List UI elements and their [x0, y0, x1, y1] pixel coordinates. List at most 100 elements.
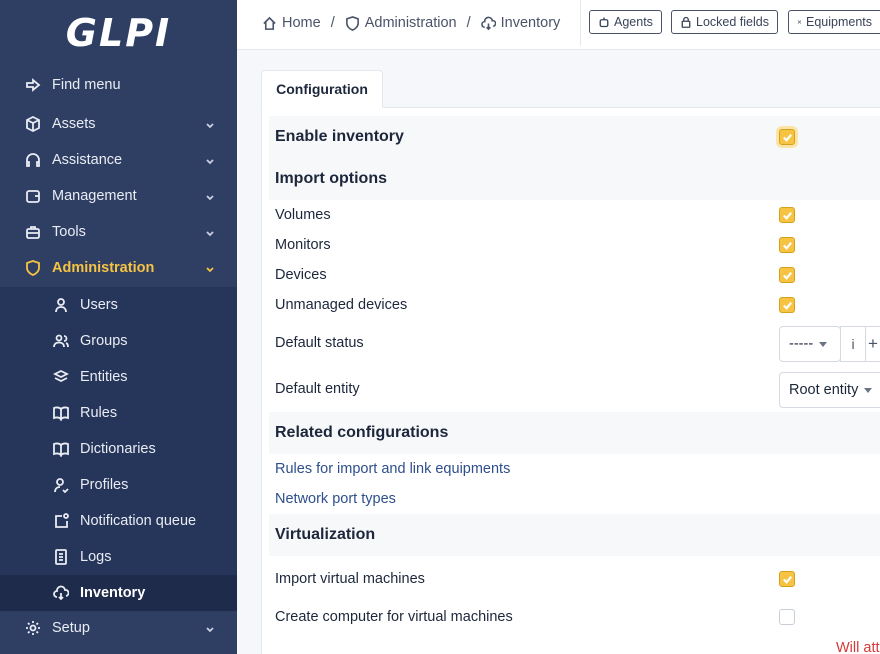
book-icon	[52, 404, 70, 422]
default-entity-value: Root entity	[789, 382, 859, 398]
default-entity-label: Default entity	[275, 381, 360, 397]
sidebar-item-find-menu[interactable]: Find menu	[0, 67, 237, 103]
breadcrumb-label: Administration	[364, 15, 457, 31]
book-icon	[52, 440, 70, 458]
breadcrumb-home[interactable]: Home	[262, 15, 321, 31]
volumes-label: Volumes	[275, 207, 331, 223]
header-divider	[580, 0, 581, 46]
check-icon	[782, 133, 792, 142]
wallet-icon	[24, 187, 42, 205]
enable-inventory-checkbox[interactable]	[779, 129, 795, 145]
import-options-title: Import options	[275, 170, 387, 187]
sidebar-item-rules[interactable]: Rules	[0, 395, 237, 431]
check-icon	[782, 575, 792, 584]
administration-submenu: Users Groups Entities Rules Dictionaries…	[0, 287, 237, 611]
network-port-types-link[interactable]: Network port types	[275, 491, 396, 507]
glpi-logo[interactable]: GLPI	[0, 0, 237, 66]
sidebar-item-label: Find menu	[52, 77, 121, 93]
check-icon	[782, 271, 792, 280]
default-entity-select[interactable]: Root entity	[779, 372, 880, 408]
default-status-label: Default status	[275, 335, 364, 351]
sidebar-item-logs[interactable]: Logs	[0, 539, 237, 575]
devices-checkbox[interactable]	[779, 267, 795, 283]
sidebar-item-dictionaries[interactable]: Dictionaries	[0, 431, 237, 467]
chevron-down-icon	[205, 155, 215, 165]
breadcrumb: Home / Administration / Inventory	[262, 0, 560, 46]
sidebar: GLPI Find menu Assets Assistance Managem…	[0, 0, 237, 654]
top-header: Home / Administration / Inventory Agents…	[237, 0, 880, 50]
sidebar-item-notification-queue[interactable]: Notification queue	[0, 503, 237, 539]
breadcrumb-administration[interactable]: Administration	[345, 15, 457, 31]
sidebar-item-tools[interactable]: Tools	[0, 214, 237, 250]
volumes-checkbox[interactable]	[779, 207, 795, 223]
users-icon	[52, 332, 70, 350]
default-status-value: -----	[789, 336, 814, 352]
agents-button[interactable]: Agents	[589, 10, 662, 34]
import-options-header: Import options	[269, 158, 880, 200]
sidebar-item-label: Setup	[52, 620, 90, 636]
info-icon: i	[851, 336, 855, 352]
equipments-button[interactable]: Equipments	[788, 10, 880, 34]
sidebar-item-label: Administration	[52, 260, 155, 276]
monitors-checkbox[interactable]	[779, 237, 795, 253]
breadcrumb-label: Inventory	[500, 15, 561, 31]
add-status-button[interactable]: +	[865, 326, 880, 362]
shield-icon	[24, 259, 42, 277]
sidebar-item-profiles[interactable]: Profiles	[0, 467, 237, 503]
robot-icon	[599, 17, 609, 28]
rules-import-link[interactable]: Rules for import and link equipments	[275, 461, 510, 477]
sidebar-item-label: Management	[52, 188, 137, 204]
cloud-download-icon	[480, 16, 496, 30]
log-icon	[52, 548, 70, 566]
sidebar-item-label: Notification queue	[80, 513, 197, 529]
create-computer-vm-checkbox[interactable]	[779, 609, 795, 625]
chevron-down-icon	[205, 119, 215, 129]
import-vm-checkbox[interactable]	[779, 571, 795, 587]
sidebar-item-label: Rules	[80, 405, 118, 421]
close-icon	[797, 20, 802, 24]
sidebar-item-label: Profiles	[80, 477, 129, 493]
shield-icon	[345, 15, 359, 31]
sidebar-item-setup[interactable]: Setup	[0, 610, 237, 646]
sidebar-item-users[interactable]: Users	[0, 287, 237, 323]
check-icon	[782, 241, 792, 250]
breadcrumb-separator: /	[466, 15, 471, 31]
default-status-select[interactable]: -----	[779, 326, 841, 362]
related-configurations-header: Related configurations	[269, 412, 880, 454]
sidebar-item-label: Tools	[52, 224, 86, 240]
unmanaged-devices-checkbox[interactable]	[779, 297, 795, 313]
sidebar-item-entities[interactable]: Entities	[0, 359, 237, 395]
stack-icon	[52, 368, 70, 386]
unmanaged-devices-label: Unmanaged devices	[275, 297, 408, 313]
sidebar-item-label: Assistance	[52, 152, 123, 168]
headset-icon	[24, 151, 42, 169]
sidebar-item-groups[interactable]: Groups	[0, 323, 237, 359]
plus-icon: +	[868, 334, 878, 353]
enable-inventory-label: Enable inventory	[275, 128, 404, 145]
user-icon	[52, 296, 70, 314]
breadcrumb-inventory[interactable]: Inventory	[480, 15, 561, 31]
equipments-button-label: Equipments	[805, 15, 872, 29]
info-button[interactable]: i	[840, 326, 866, 362]
user-check-icon	[52, 476, 70, 494]
sidebar-item-assistance[interactable]: Assistance	[0, 142, 237, 178]
sidebar-item-management[interactable]: Management	[0, 178, 237, 214]
virtualization-header: Virtualization	[269, 514, 880, 556]
locked-fields-button[interactable]: Locked fields	[671, 10, 778, 34]
lock-icon	[681, 16, 691, 28]
sidebar-item-administration[interactable]: Administration	[0, 250, 237, 286]
sidebar-item-label: Entities	[80, 369, 128, 385]
sidebar-item-label: Assets	[52, 116, 96, 132]
sidebar-item-assets[interactable]: Assets	[0, 106, 237, 142]
sidebar-item-label: Inventory	[80, 585, 146, 601]
sidebar-item-inventory[interactable]: Inventory	[0, 575, 237, 611]
breadcrumb-label: Home	[282, 15, 321, 31]
chevron-down-icon	[864, 387, 873, 393]
warning-text: Will att	[836, 640, 880, 654]
chevron-down-icon	[205, 191, 215, 201]
virtualization-title: Virtualization	[275, 526, 376, 543]
sidebar-item-label: Dictionaries	[80, 441, 156, 457]
chevron-down-icon	[205, 227, 215, 237]
tab-configuration[interactable]: Configuration	[261, 70, 383, 108]
devices-label: Devices	[275, 267, 327, 283]
